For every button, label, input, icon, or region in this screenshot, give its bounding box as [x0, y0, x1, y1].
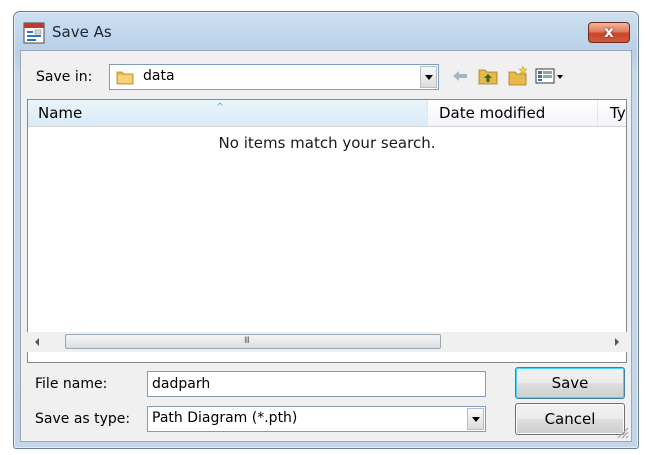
file-list-header: Name ^ Date modified Ty [28, 100, 626, 127]
file-name-label: File name: [35, 376, 108, 392]
horizontal-scrollbar[interactable]: III [27, 332, 627, 352]
views-menu-icon[interactable] [535, 65, 565, 87]
save-as-type-dropdown[interactable]: Path Diagram (*.pth) [147, 406, 486, 432]
save-in-label: Save in: [36, 69, 93, 85]
up-folder-icon[interactable] [477, 65, 499, 87]
column-header-name[interactable]: Name [28, 100, 428, 126]
column-header-date-modified[interactable]: Date modified [428, 100, 598, 126]
column-header-type[interactable]: Ty [598, 100, 626, 126]
close-button[interactable]: x [588, 22, 630, 43]
back-arrow-icon[interactable] [449, 65, 471, 87]
title-bar[interactable]: Save As x [14, 12, 638, 50]
save-as-type-dropdown-button[interactable] [467, 408, 484, 430]
cancel-button[interactable]: Cancel [515, 403, 625, 435]
scrollbar-thumb[interactable]: III [65, 334, 441, 349]
save-as-dialog: Save As x Save in: data Name ^ Date modi… [13, 11, 639, 449]
folder-icon [116, 71, 134, 85]
resize-grip-icon[interactable] [615, 425, 629, 439]
chevron-down-icon [472, 417, 480, 422]
new-folder-icon[interactable] [507, 65, 529, 87]
file-list[interactable]: Name ^ Date modified Ty No items match y… [27, 99, 627, 363]
file-name-field[interactable] [147, 371, 486, 397]
save-in-dropdown-button[interactable] [420, 66, 437, 88]
scrollbar-grip: III [244, 336, 250, 346]
chevron-down-icon [425, 75, 433, 80]
sort-ascending-icon: ^ [216, 102, 225, 113]
dialog-body: Save in: data Name ^ Date modified Ty No… [20, 50, 632, 442]
save-in-dropdown[interactable]: data [109, 64, 439, 90]
save-in-value: data [143, 68, 175, 84]
scroll-right-icon[interactable] [615, 338, 619, 346]
empty-list-message: No items match your search. [218, 134, 436, 152]
save-as-type-label: Save as type: [35, 411, 131, 427]
save-as-app-icon [23, 22, 45, 44]
save-button[interactable]: Save [515, 367, 625, 399]
save-as-type-value: Path Diagram (*.pth) [152, 410, 298, 426]
window-title: Save As [52, 23, 112, 41]
scroll-left-icon[interactable] [35, 338, 39, 346]
